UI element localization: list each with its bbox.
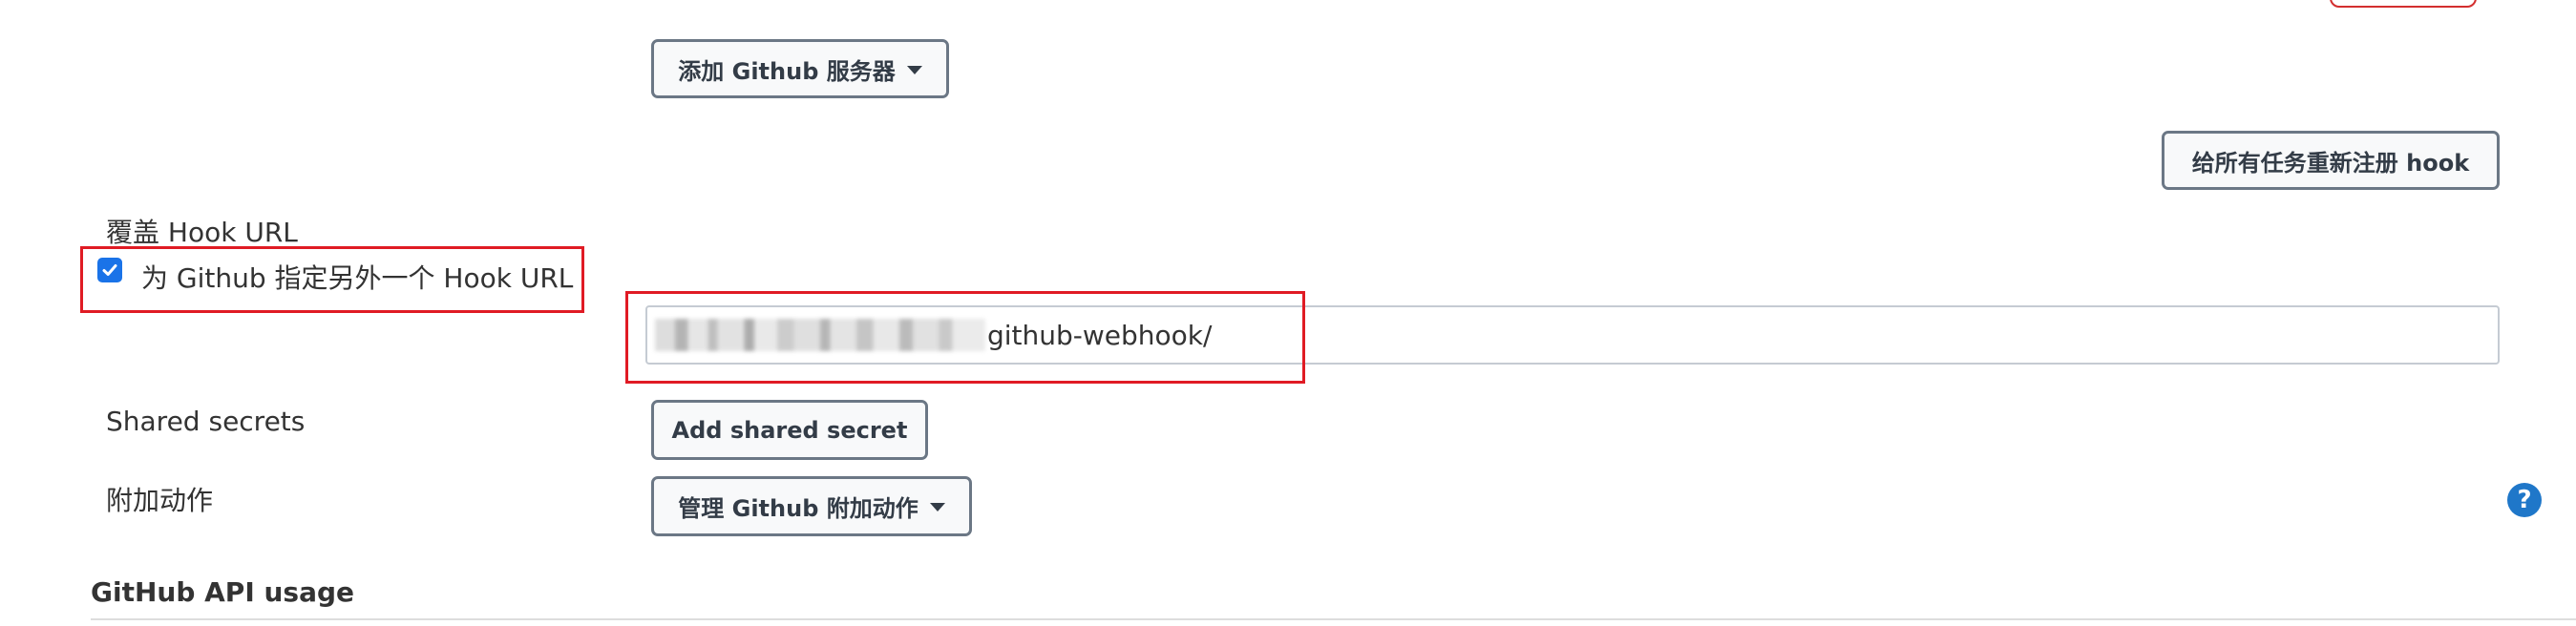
help-icon[interactable]: ? bbox=[2507, 483, 2542, 517]
github-api-usage-title: GitHub API usage bbox=[91, 576, 355, 608]
chevron-down-icon bbox=[929, 503, 945, 511]
add-github-server-label: 添加 Github 服务器 bbox=[678, 57, 896, 85]
additional-actions-label: 附加动作 bbox=[106, 485, 214, 516]
manage-additional-actions-label: 管理 Github 附加动作 bbox=[678, 495, 918, 522]
shared-secrets-label: Shared secrets bbox=[106, 406, 306, 437]
add-shared-secret-button[interactable]: Add shared secret bbox=[651, 400, 928, 460]
section-divider bbox=[91, 618, 2576, 620]
url-highlight-box bbox=[625, 291, 1305, 384]
reregister-hooks-button[interactable]: 给所有任务重新注册 hook bbox=[2162, 131, 2500, 190]
override-hook-url-checkbox[interactable] bbox=[97, 258, 122, 282]
add-shared-secret-label: Add shared secret bbox=[671, 416, 908, 444]
manage-additional-actions-button[interactable]: 管理 Github 附加动作 bbox=[651, 476, 972, 536]
override-hook-url-checkbox-label: 为 Github 指定另外一个 Hook URL bbox=[141, 262, 574, 294]
top-right-partial-button[interactable] bbox=[2330, 0, 2477, 8]
reregister-hooks-label: 给所有任务重新注册 hook bbox=[2191, 149, 2470, 177]
add-github-server-button[interactable]: 添加 Github 服务器 bbox=[651, 39, 949, 98]
override-hook-url-label: 覆盖 Hook URL bbox=[106, 217, 298, 248]
checkmark-icon bbox=[102, 264, 117, 276]
chevron-down-icon bbox=[906, 65, 922, 74]
